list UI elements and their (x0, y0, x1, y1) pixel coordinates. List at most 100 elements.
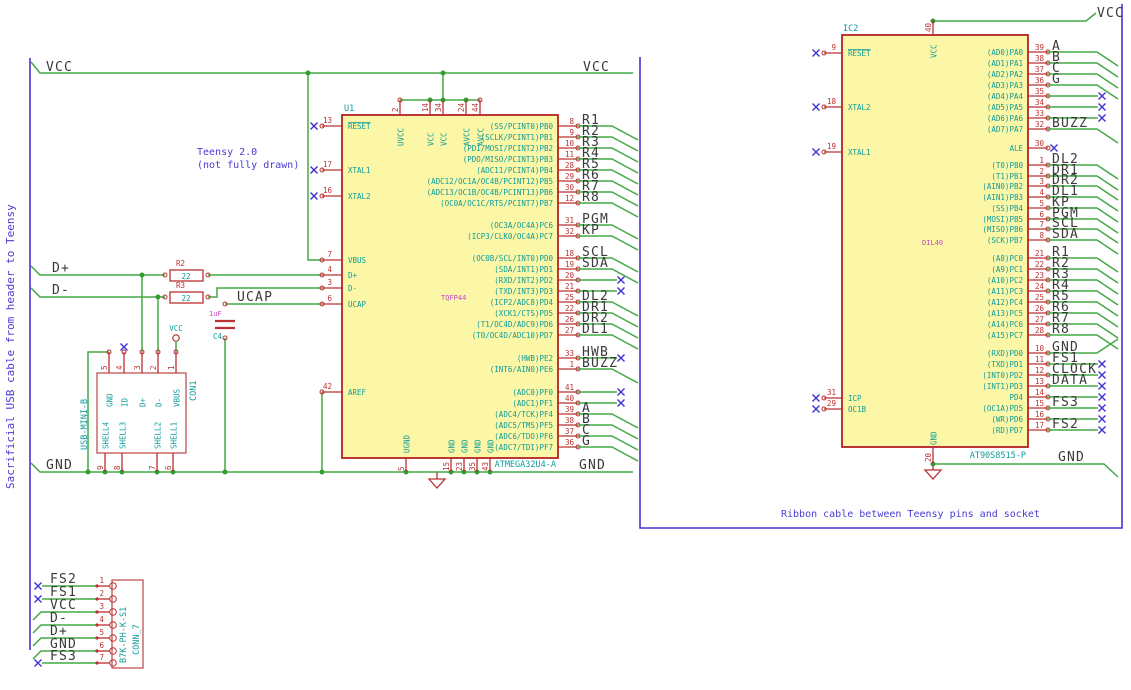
vcc-power-symbol[interactable] (172, 334, 180, 342)
conn7-reference[interactable]: CONN_7 (132, 624, 142, 655)
pin-name: (INT6/AIN0)PE6 (490, 365, 554, 374)
no-connect-x-icon (812, 394, 820, 402)
net-label-vcc-right[interactable]: VCC (583, 60, 610, 75)
pin-number: 7 (1039, 220, 1044, 229)
net-label-vcc-left[interactable]: VCC (46, 60, 73, 75)
net-wire[interactable] (1048, 128, 1119, 144)
pin-number: 6 (1039, 210, 1044, 219)
net-wire[interactable] (307, 73, 322, 261)
net-label-gnd-ic2[interactable]: GND (1058, 450, 1085, 465)
pin-number: 8 (113, 465, 122, 470)
pin-number: 15 (442, 462, 451, 471)
ic2-reference[interactable]: IC2 (843, 24, 858, 34)
no-connect-x-icon (1098, 404, 1106, 412)
pin-number: 29 (827, 399, 836, 408)
note-ribbon-cable: Ribbon cable between Teensy pins and soc… (781, 509, 1040, 520)
pin-name: (AD3)PA3 (987, 81, 1023, 90)
pin-number: 42 (323, 382, 332, 391)
pin-number: 23 (455, 462, 464, 471)
no-connect-x-icon (34, 595, 42, 603)
net-label-dminus[interactable]: D- (52, 283, 70, 298)
net-label-gnd-left[interactable]: GND (46, 458, 73, 473)
no-connect-x-icon (1098, 371, 1106, 379)
pin-name: (A13)PC5 (987, 309, 1023, 318)
pin-number: 1 (99, 576, 104, 585)
pin-name: (SCK)PB7 (987, 236, 1023, 245)
net-wire[interactable] (578, 268, 639, 284)
no-connect-x-icon (812, 103, 820, 111)
r3-reference[interactable]: R3 (176, 281, 185, 290)
u1-value[interactable]: ATMEGA32U4-A (495, 460, 556, 470)
net-label[interactable]: FS3 (50, 649, 77, 664)
pin-number: 20 (924, 452, 933, 462)
pin-name: (A8)PC0 (991, 254, 1023, 263)
net-label-gnd-right[interactable]: GND (579, 458, 606, 473)
net-wire[interactable] (1048, 84, 1119, 100)
pin-name: XTAL2 (348, 192, 371, 201)
pin-name: (MOSI)PB5 (982, 215, 1023, 224)
pin-name: (A14)PC6 (987, 320, 1024, 329)
pin-number: 10 (1035, 344, 1045, 353)
no-connect-x-icon (812, 49, 820, 57)
c4-reference[interactable]: C4 (213, 332, 223, 341)
ic2-value[interactable]: AT90S8515-P (970, 451, 1026, 461)
pin-number: 39 (565, 405, 574, 414)
u1-reference[interactable]: U1 (344, 104, 354, 114)
u1-package[interactable]: TQFP44 (441, 294, 466, 302)
pin-number: 37 (1035, 65, 1044, 74)
con1-reference[interactable]: CON1 (189, 381, 199, 401)
pin-name: VBUS (348, 256, 367, 265)
net-wire[interactable] (30, 61, 633, 74)
net-label-vcc-ic2[interactable]: VCC (1097, 6, 1124, 21)
pin-number: 7 (99, 653, 104, 662)
no-connect-x-icon (310, 122, 318, 130)
pin-name: (A15)PC7 (987, 331, 1023, 340)
pin-name: (RD)PD7 (991, 426, 1023, 435)
net-wire[interactable] (578, 368, 639, 384)
pin-number: 22 (1035, 260, 1044, 269)
wire-junction-dot (155, 294, 161, 300)
pin-name: PD4 (1009, 393, 1023, 402)
pin-number: 16 (1035, 410, 1045, 419)
ic2-package[interactable]: DIL40 (922, 239, 943, 247)
pin-number: 38 (1035, 54, 1045, 63)
pin-number: 27 (565, 326, 574, 335)
pin-number: 6 (164, 465, 173, 470)
pin-name: (T0/OC4D/ADC10)PD7 (472, 331, 553, 340)
pin-number: 3 (99, 602, 104, 611)
no-connect-x-icon (617, 287, 625, 295)
pin-number: 9 (96, 465, 105, 470)
con1-value[interactable]: USB-MINI-B (80, 399, 90, 450)
pin-name: VCC (930, 44, 939, 58)
r2-reference[interactable]: R2 (176, 259, 185, 268)
wire-junction-dot (222, 469, 228, 475)
pin-number: 24 (1035, 282, 1045, 291)
pin-name: (T0)PB0 (991, 161, 1023, 170)
pin-number: 28 (1035, 326, 1045, 335)
pin-name: (SS)PB4 (991, 204, 1023, 213)
pin-number: 30 (565, 183, 575, 192)
net-label-dplus[interactable]: D+ (52, 261, 70, 276)
pin-number: 32 (565, 227, 574, 236)
conn7-value[interactable]: B7K-PH-K-S1 (119, 607, 129, 663)
pin-number: 14 (421, 102, 430, 112)
pin-number: 12 (565, 194, 574, 203)
pin-number: 2 (391, 107, 400, 112)
pin-name: (AD5)PA5 (987, 103, 1023, 112)
pin-number: 1 (569, 360, 574, 369)
pin-number: 43 (481, 462, 490, 471)
c4-value[interactable]: 1uF (209, 310, 222, 318)
r3-value[interactable]: 22 (181, 294, 190, 303)
pin-name: GND (461, 439, 470, 453)
net-wire[interactable] (933, 12, 1097, 22)
pin-name: (OC1A)PD5 (982, 404, 1023, 413)
net-label-ucap[interactable]: UCAP (237, 290, 273, 305)
net-wire[interactable] (933, 463, 1119, 478)
pin-number: 5 (100, 365, 109, 370)
pin-number: 40 (565, 394, 575, 403)
pin-name: AVCC (463, 128, 472, 146)
pin-name: RESET (348, 122, 371, 131)
pin-number: 4 (115, 365, 124, 370)
r2-value[interactable]: 22 (181, 272, 190, 281)
pin-name: (AD6)PA6 (987, 114, 1024, 123)
